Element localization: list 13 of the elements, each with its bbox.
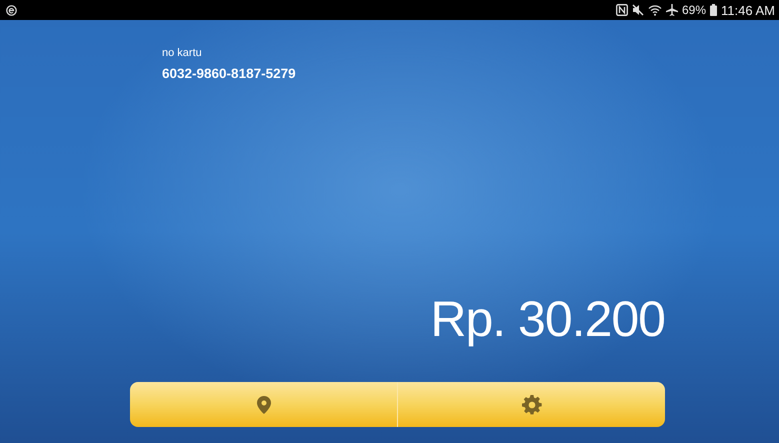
clock-time: 11:46 AM xyxy=(721,2,775,18)
gear-icon xyxy=(522,394,542,414)
mute-icon xyxy=(632,4,644,16)
airplane-icon xyxy=(666,4,678,16)
balance-amount: Rp. 30.200 xyxy=(430,294,665,344)
location-pin-icon xyxy=(256,396,270,414)
nfc-icon xyxy=(616,4,628,16)
card-number: 6032-9860-8187-5279 xyxy=(162,66,297,81)
battery-percent: 69% xyxy=(682,3,706,17)
battery-icon xyxy=(710,4,718,16)
app-icon xyxy=(6,4,17,16)
card-number-label: no kartu xyxy=(162,47,203,59)
wifi-icon xyxy=(648,4,662,16)
